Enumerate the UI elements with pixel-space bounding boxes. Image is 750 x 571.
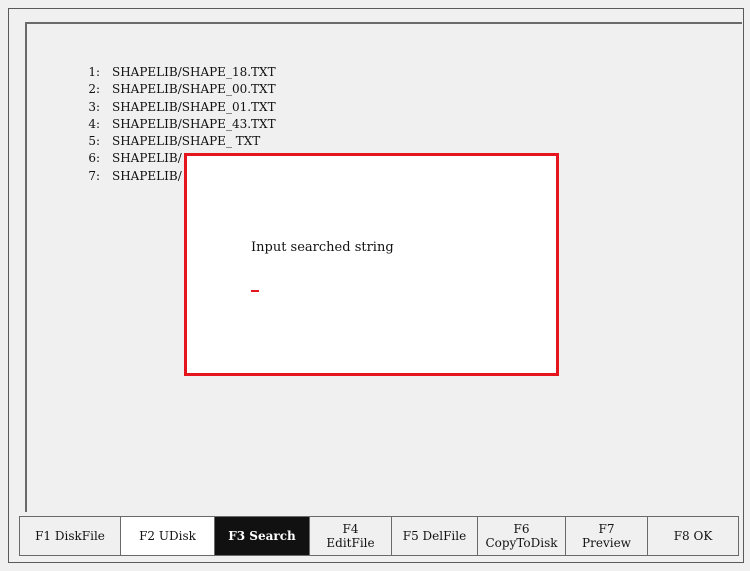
file-item[interactable]: 4: SHAPELIB/SHAPE_43.TXT xyxy=(78,116,276,133)
file-name: SHAPELIB/SHAPE_18.TXT xyxy=(112,65,276,79)
file-index: 1: xyxy=(88,65,100,79)
f3-search-button[interactable]: F3 Search xyxy=(214,516,310,556)
f2-udisk-button[interactable]: F2 UDisk xyxy=(120,516,215,556)
search-dialog: Input searched string xyxy=(184,153,559,376)
function-key-bar: F1 DiskFile F2 UDisk F3 Search F4 EditFi… xyxy=(19,516,740,556)
file-item[interactable]: 5: SHAPELIB/SHAPE_ TXT xyxy=(78,133,276,150)
f6-copytodisk-button[interactable]: F6 CopyToDisk xyxy=(477,516,566,556)
search-input[interactable] xyxy=(251,274,491,292)
file-name: SHAPELIB/ xyxy=(112,151,182,166)
file-name: SHAPELIB/SHAPE_01.TXT xyxy=(112,99,276,114)
f4-editfile-button[interactable]: F4 EditFile xyxy=(309,516,392,556)
file-item[interactable]: 1: SHAPELIB/SHAPE_18.TXT xyxy=(78,64,276,81)
file-item[interactable]: 2: SHAPELIB/SHAPE_00.TXT xyxy=(78,81,276,98)
f5-delfile-button[interactable]: F5 DelFile xyxy=(391,516,478,556)
file-index: 6: xyxy=(88,151,100,166)
f7-preview-button[interactable]: F7 Preview xyxy=(565,516,648,556)
f1-diskfile-button[interactable]: F1 DiskFile xyxy=(19,516,121,556)
file-name: SHAPELIB/SHAPE_ TXT xyxy=(112,134,261,149)
file-name: SHAPELIB/ xyxy=(112,168,182,183)
file-index: 5: xyxy=(88,134,100,149)
screen: 1: SHAPELIB/SHAPE_18.TXT 2: SHAPELIB/SHAPE… xyxy=(0,0,750,571)
f8-ok-button[interactable]: F8 OK xyxy=(647,516,739,556)
file-name: SHAPELIB/SHAPE_00.TXT xyxy=(112,82,276,97)
file-index: 3: xyxy=(88,99,100,114)
text-cursor xyxy=(251,290,259,292)
search-prompt: Input searched string xyxy=(251,240,394,255)
file-name: SHAPELIB/SHAPE_43.TXT xyxy=(112,116,276,131)
file-index: 7: xyxy=(88,168,100,183)
file-index: 4: xyxy=(88,116,100,131)
file-item[interactable]: 3: SHAPELIB/SHAPE_01.TXT xyxy=(78,99,276,116)
file-index: 2: xyxy=(88,82,100,97)
